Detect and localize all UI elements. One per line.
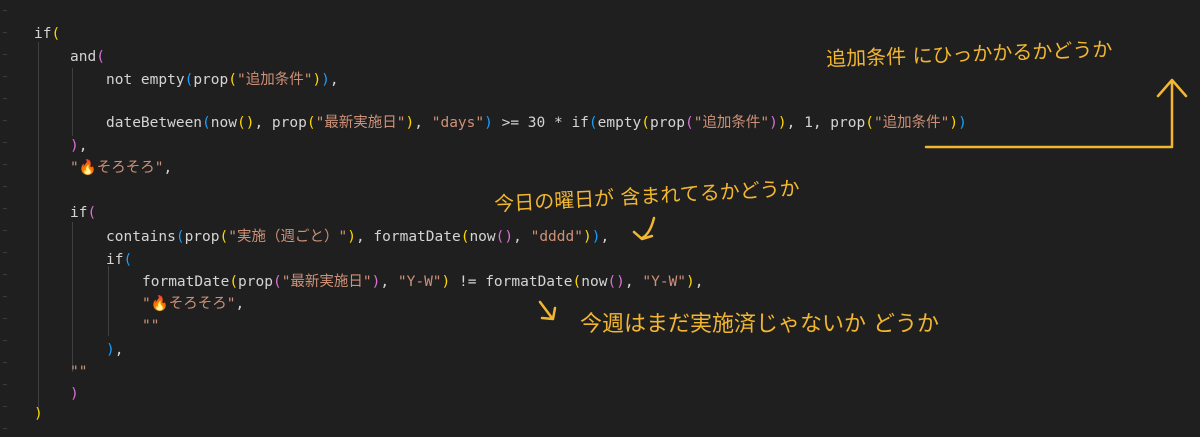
down-right-arrow-icon bbox=[538, 300, 557, 321]
up-arrow-icon bbox=[924, 78, 1188, 149]
return-arrow-icon bbox=[632, 216, 656, 241]
annotation-arrows bbox=[538, 78, 1188, 321]
